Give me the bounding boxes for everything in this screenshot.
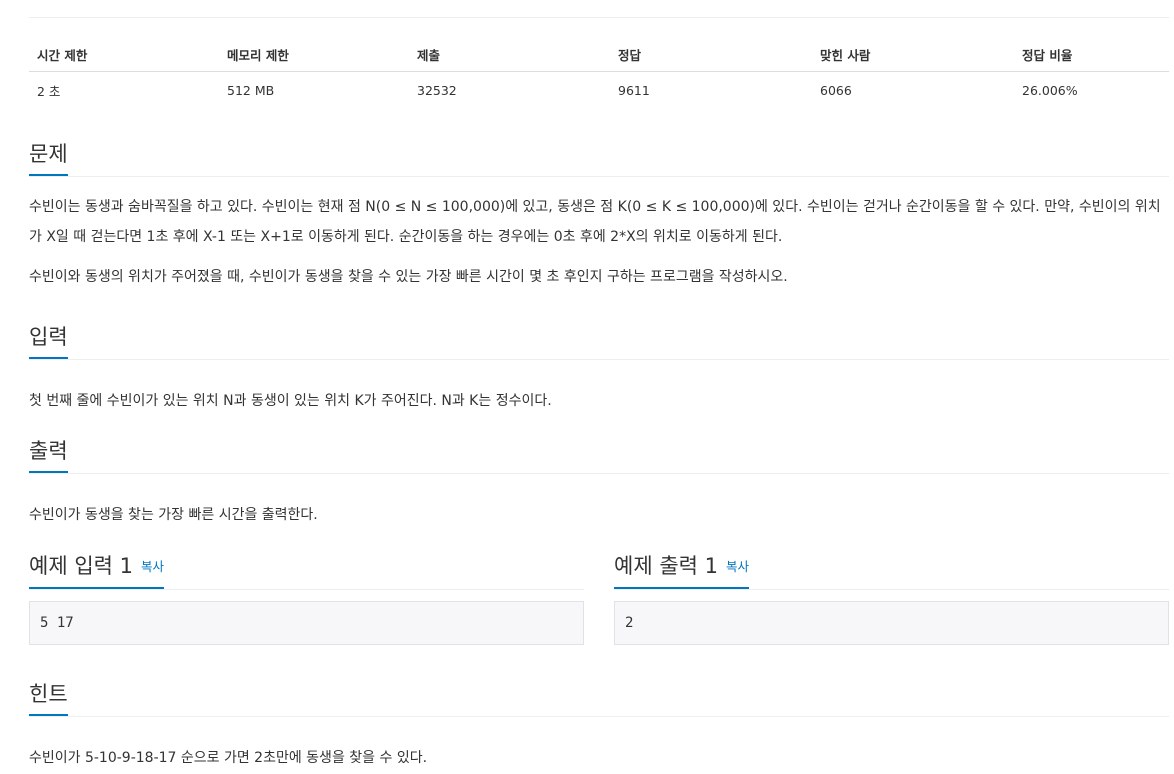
info-value-row: 2 초 512 MB 32532 9611 6066 26.006% [29,72,1169,109]
sample-input-heading: 예제 입력 1 복사 [29,552,165,589]
problem-paragraph-2: 수빈이와 동생의 위치가 주어졌을 때, 수빈이가 동생을 찾을 수 있는 가장… [29,269,788,285]
problem-headline: 문제 [29,140,1169,177]
sample-input-title: 예제 입력 1 [29,554,133,578]
header-time-limit: 시간 제한 [29,37,219,72]
input-section: 입력 첫 번째 줄에 수빈이가 있는 위치 N과 동생이 있는 위치 K가 주어… [29,323,1169,416]
hint-text: 수빈이가 5-10-9-18-17 순으로 가면 2초만에 동생을 찾을 수 있… [29,750,428,766]
top-divider [29,17,1169,18]
problem-info-table: 시간 제한 메모리 제한 제출 정답 맞힌 사람 정답 비율 2 초 512 M… [29,37,1169,108]
value-accept-ratio: 26.006% [1022,82,1078,98]
hint-section: 힌트 수빈이가 5-10-9-18-17 순으로 가면 2초만에 동생을 찾을 … [29,680,1169,773]
input-title: 입력 [29,323,68,359]
problem-section: 문제 수빈이는 동생과 숨바꼭질을 하고 있다. 수빈이는 현재 점 N(0 ≤… [29,140,1169,292]
sample-output-section: 예제 출력 1 복사 2 [614,553,1169,663]
problem-title: 문제 [29,140,68,176]
header-accept-ratio: 정답 비율 [1014,37,1169,72]
sample-input-headline: 예제 입력 1 복사 [29,553,584,590]
value-memory-limit: 512 MB [227,82,275,98]
value-accepted[interactable]: 9611 [610,72,812,109]
header-submissions: 제출 [409,37,610,72]
hint-description: 수빈이가 5-10-9-18-17 순으로 가면 2초만에 동생을 찾을 수 있… [29,717,1169,773]
sample-output-headline: 예제 출력 1 복사 [614,553,1169,590]
value-submissions[interactable]: 32532 [409,72,610,109]
header-memory-limit: 메모리 제한 [219,37,409,72]
info-header-row: 시간 제한 메모리 제한 제출 정답 맞힌 사람 정답 비율 [29,37,1169,72]
output-title: 출력 [29,437,68,473]
input-headline: 입력 [29,323,1169,360]
value-solvers[interactable]: 6066 [812,72,1014,109]
output-description: 수빈이가 동생을 찾는 가장 빠른 시간을 출력한다. [29,474,1169,530]
sample-input-box[interactable]: 5 17 [29,601,584,645]
sample-output-copy-button[interactable]: 복사 [726,559,749,574]
output-text: 수빈이가 동생을 찾는 가장 빠른 시간을 출력한다. [29,507,318,523]
sample-input-section: 예제 입력 1 복사 5 17 [29,553,584,663]
problem-paragraph-1: 수빈이는 동생과 숨바꼭질을 하고 있다. 수빈이는 현재 점 N(0 ≤ N … [29,199,1161,245]
hint-title: 힌트 [29,680,68,716]
input-text: 첫 번째 줄에 수빈이가 있는 위치 N과 동생이 있는 위치 K가 주어진다.… [29,393,552,409]
output-headline: 출력 [29,437,1169,474]
hint-headline: 힌트 [29,680,1169,717]
header-solvers: 맞힌 사람 [812,37,1014,72]
sample-output-box[interactable]: 2 [614,601,1169,645]
header-accepted: 정답 [610,37,812,72]
sample-output-title: 예제 출력 1 [614,554,718,578]
sample-output-heading: 예제 출력 1 복사 [614,552,750,589]
problem-description: 수빈이는 동생과 숨바꼭질을 하고 있다. 수빈이는 현재 점 N(0 ≤ N … [29,177,1169,292]
output-section: 출력 수빈이가 동생을 찾는 가장 빠른 시간을 출력한다. [29,437,1169,530]
input-description: 첫 번째 줄에 수빈이가 있는 위치 N과 동생이 있는 위치 K가 주어진다.… [29,360,1169,416]
value-time-limit: 2 초 [37,83,61,99]
sample-input-copy-button[interactable]: 복사 [141,559,164,574]
